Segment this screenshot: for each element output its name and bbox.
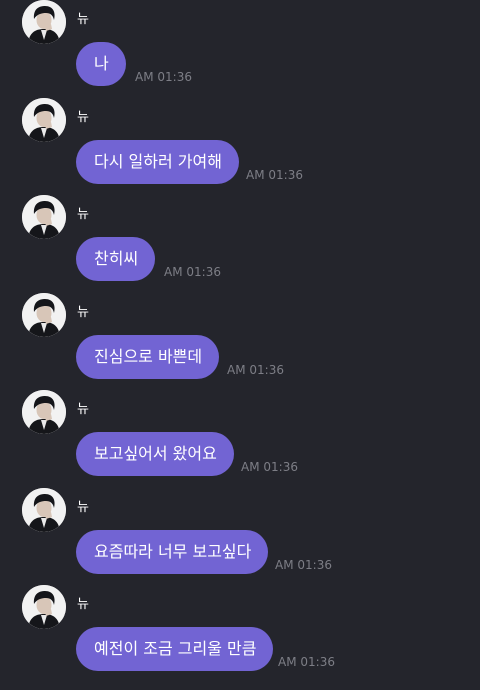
- message-timestamp: AM 01:36: [278, 655, 335, 669]
- message-bubble[interactable]: 예전이 조금 그리울 만큼: [76, 627, 274, 671]
- message-bubble[interactable]: 찬히씨: [76, 237, 156, 281]
- profile-avatar[interactable]: [22, 390, 66, 434]
- message-row: 뉴 다시 일하러 가여해 AM 01:36: [0, 98, 480, 196]
- avatar-photo-icon: [22, 195, 66, 239]
- sender-name: 뉴: [77, 597, 89, 612]
- message-row: 뉴 보고싶어서 왔어요 AM 01:36: [0, 390, 480, 488]
- message-row: 뉴 예전이 조금 그리울 만큼 AM 01:36: [0, 585, 480, 683]
- profile-avatar[interactable]: [22, 0, 66, 44]
- avatar-photo-icon: [22, 0, 66, 44]
- sender-name: 뉴: [77, 402, 89, 417]
- message-row: 뉴 찬히씨 AM 01:36: [0, 195, 480, 293]
- profile-avatar[interactable]: [22, 195, 66, 239]
- message-bubble[interactable]: 진심으로 바쁜데: [76, 335, 220, 379]
- message-bubble[interactable]: 요즘따라 너무 보고싶다: [76, 530, 269, 574]
- message-timestamp: AM 01:36: [135, 70, 192, 84]
- message-row: 뉴 나 AM 01:36: [0, 0, 480, 98]
- sender-name: 뉴: [77, 305, 89, 320]
- avatar-photo-icon: [22, 585, 66, 629]
- message-bubble[interactable]: 나: [76, 42, 126, 86]
- avatar-photo-icon: [22, 293, 66, 337]
- message-bubble[interactable]: 다시 일하러 가여해: [76, 140, 239, 184]
- message-timestamp: AM 01:36: [241, 460, 298, 474]
- message-timestamp: AM 01:36: [275, 558, 332, 572]
- sender-name: 뉴: [77, 110, 89, 125]
- sender-name: 뉴: [77, 207, 89, 222]
- profile-avatar[interactable]: [22, 585, 66, 629]
- message-row: 뉴 요즘따라 너무 보고싶다 AM 01:36: [0, 488, 480, 586]
- message-row: 뉴 진심으로 바쁜데 AM 01:36: [0, 293, 480, 391]
- avatar-photo-icon: [22, 390, 66, 434]
- avatar-photo-icon: [22, 98, 66, 142]
- message-timestamp: AM 01:36: [164, 265, 221, 279]
- profile-avatar[interactable]: [22, 293, 66, 337]
- sender-name: 뉴: [77, 12, 89, 27]
- message-timestamp: AM 01:36: [227, 363, 284, 377]
- message-timestamp: AM 01:36: [246, 168, 303, 182]
- sender-name: 뉴: [77, 500, 89, 515]
- profile-avatar[interactable]: [22, 98, 66, 142]
- avatar-photo-icon: [22, 488, 66, 532]
- profile-avatar[interactable]: [22, 488, 66, 532]
- message-bubble[interactable]: 보고싶어서 왔어요: [76, 432, 234, 476]
